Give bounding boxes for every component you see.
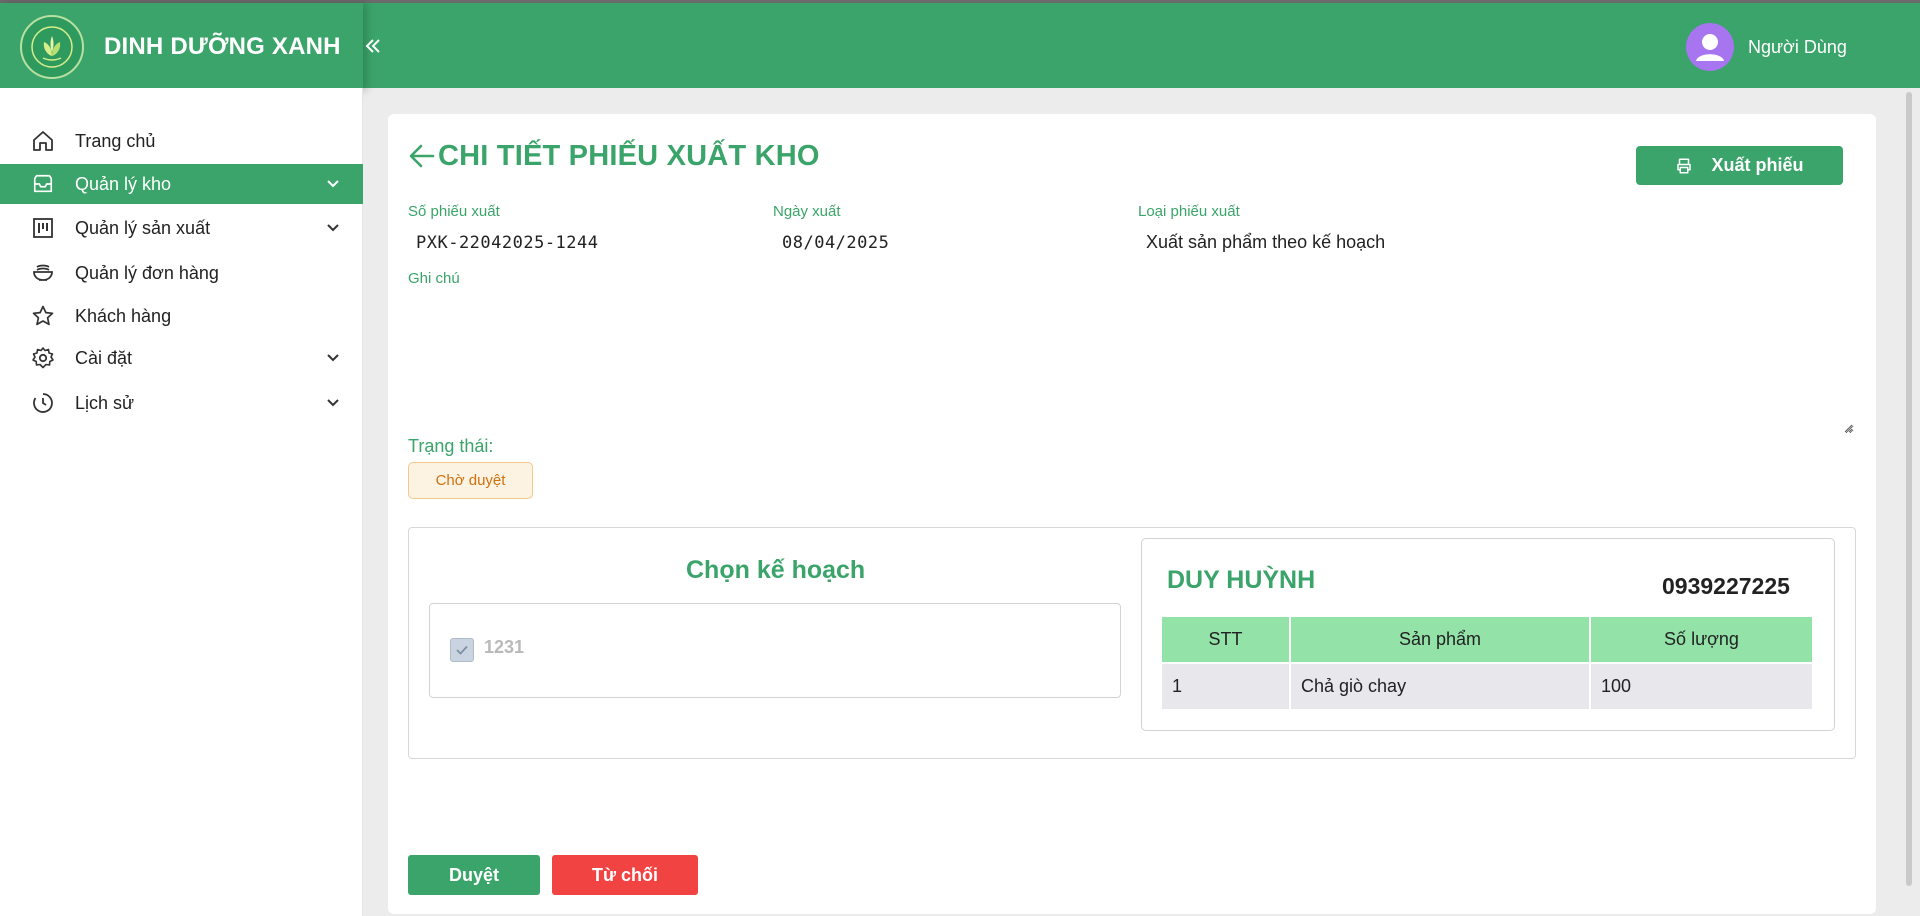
- sidebar-item-warehouse[interactable]: Quản lý kho: [0, 164, 363, 204]
- receipt-type-value: Xuất sản phẩm theo kế hoạch: [1146, 232, 1386, 252]
- sidebar-item-label: Trang chủ: [75, 130, 156, 151]
- plan-code: 1231: [484, 637, 525, 657]
- cell-stt: 1: [1162, 662, 1291, 709]
- export-receipt-button[interactable]: Xuất phiếu: [1636, 146, 1843, 185]
- brand: DINH DƯỠNG XANH: [0, 3, 363, 91]
- receipt-type-label: Loại phiếu xuất: [1138, 203, 1240, 220]
- gear-icon: [30, 345, 56, 371]
- home-icon: [30, 128, 56, 154]
- plan-checkbox[interactable]: [450, 638, 474, 662]
- star-icon: [30, 303, 56, 329]
- top-bar: DINH DƯỠNG XANH Người Dùng: [0, 0, 1920, 88]
- sidebar-item-customers[interactable]: Khách hàng: [0, 296, 363, 336]
- kanban-icon: [30, 215, 56, 241]
- reject-button[interactable]: Từ chối: [552, 855, 698, 895]
- customer-name: DUY HUỲNH: [1167, 566, 1316, 594]
- scrollbar[interactable]: [1906, 92, 1912, 886]
- check-icon: [456, 645, 468, 655]
- plan-title: Chọn kế hoạch: [686, 556, 866, 584]
- plan-list: [429, 603, 1121, 698]
- sidebar: Trang chủ Quản lý kho Quản lý sản xuất Q…: [0, 88, 363, 916]
- sidebar-item-label: Khách hàng: [75, 305, 172, 326]
- chevron-down-icon: [327, 399, 339, 407]
- user-icon: [1696, 34, 1724, 61]
- export-date-label: Ngày xuất: [773, 203, 841, 220]
- receipt-no-label: Số phiếu xuất: [408, 203, 500, 220]
- printer-icon: [1677, 158, 1692, 173]
- sidebar-item-history[interactable]: Lịch sử: [0, 383, 363, 423]
- sidebar-item-home[interactable]: Trang chủ: [0, 121, 363, 161]
- approve-button[interactable]: Duyệt: [408, 855, 540, 895]
- export-button-label: Xuất phiếu: [1711, 155, 1804, 175]
- sidebar-item-orders[interactable]: Quản lý đơn hàng: [0, 253, 363, 293]
- column-header-product: Sản phẩm: [1290, 617, 1591, 663]
- sidebar-item-label: Lịch sử: [75, 392, 135, 413]
- chevron-down-icon: [327, 354, 339, 362]
- product-table: STT Sản phẩm Số lượng 1 Chả giò chay 100: [1162, 617, 1812, 709]
- leaf-logo-icon: [20, 15, 84, 79]
- status-label: Trạng thái:: [408, 436, 494, 456]
- sidebar-item-production[interactable]: Quản lý sản xuất: [0, 208, 363, 248]
- user-menu[interactable]: Người Dùng: [1686, 23, 1847, 71]
- history-icon: [30, 390, 56, 416]
- sidebar-item-label: Cài đặt: [75, 347, 133, 368]
- status-badge: Chờ duyệt: [408, 462, 533, 499]
- resize-handle-icon[interactable]: [1843, 423, 1853, 433]
- customer-phone: 0939227225: [1662, 573, 1790, 599]
- inbox-icon: [30, 171, 56, 197]
- note-label: Ghi chú: [408, 270, 460, 287]
- chevron-down-icon: [327, 224, 339, 232]
- double-chevron-left-icon[interactable]: [364, 33, 384, 59]
- bowl-icon: [30, 260, 56, 286]
- arrow-left-icon[interactable]: [408, 140, 436, 172]
- brand-name: DINH DƯỠNG XANH: [104, 33, 341, 60]
- sidebar-item-settings[interactable]: Cài đặt: [0, 338, 363, 378]
- cell-quantity: 100: [1590, 662, 1812, 709]
- chevron-down-icon: [327, 180, 339, 188]
- sidebar-item-label: Quản lý sản xuất: [75, 217, 211, 238]
- note-field[interactable]: [408, 290, 1854, 434]
- avatar: [1686, 23, 1734, 71]
- export-date-value: 08/04/2025: [782, 233, 890, 253]
- page-title: CHI TIẾT PHIẾU XUẤT KHO: [438, 140, 820, 172]
- sidebar-item-label: Quản lý kho: [75, 173, 172, 194]
- sidebar-item-label: Quản lý đơn hàng: [75, 262, 219, 283]
- cell-product: Chả giò chay: [1290, 662, 1591, 709]
- column-header-stt: STT: [1162, 617, 1291, 663]
- user-name: Người Dùng: [1748, 36, 1847, 57]
- detail-card: [388, 114, 1876, 914]
- column-header-quantity: Số lượng: [1590, 617, 1812, 663]
- table-row: 1 Chả giò chay 100: [1162, 662, 1812, 709]
- receipt-no-value: PXK-22042025-1244: [416, 233, 599, 253]
